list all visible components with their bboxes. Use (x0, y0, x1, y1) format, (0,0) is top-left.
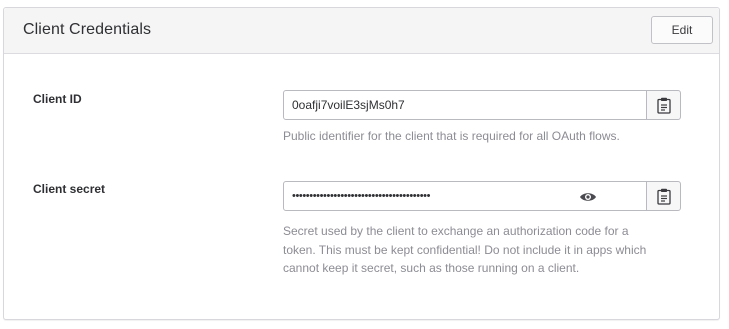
clipboard-icon (657, 188, 671, 205)
client-credentials-panel: Client Credentials Edit Client ID 0oafji… (3, 7, 720, 320)
help-line: token. This must be kept confidential! D… (283, 242, 647, 257)
client-id-field[interactable]: 0oafji7voilE3sjMs0h7 (283, 90, 647, 120)
clipboard-icon (657, 97, 671, 114)
client-secret-field[interactable]: •••••••••••••••••••••••••••••••••••••••• (283, 181, 647, 211)
eye-icon[interactable] (579, 191, 597, 203)
help-line: Secret used by the client to exchange an… (283, 224, 629, 238)
edit-button[interactable]: Edit (651, 16, 713, 44)
copy-client-id-button[interactable] (646, 90, 681, 120)
client-secret-label: Client secret (33, 182, 106, 196)
client-id-label: Client ID (33, 92, 82, 106)
copy-client-secret-button[interactable] (646, 181, 681, 211)
panel-title: Client Credentials (23, 21, 152, 38)
panel-header: Client Credentials Edit (4, 8, 719, 54)
help-line: cannot keep it secret, such as those run… (283, 261, 580, 275)
client-secret-help-text: Secret used by the client to exchange an… (283, 222, 683, 278)
client-id-help-text: Public identifier for the client that is… (283, 129, 620, 143)
client-secret-masked-value: •••••••••••••••••••••••••••••••••••••••• (292, 190, 431, 202)
